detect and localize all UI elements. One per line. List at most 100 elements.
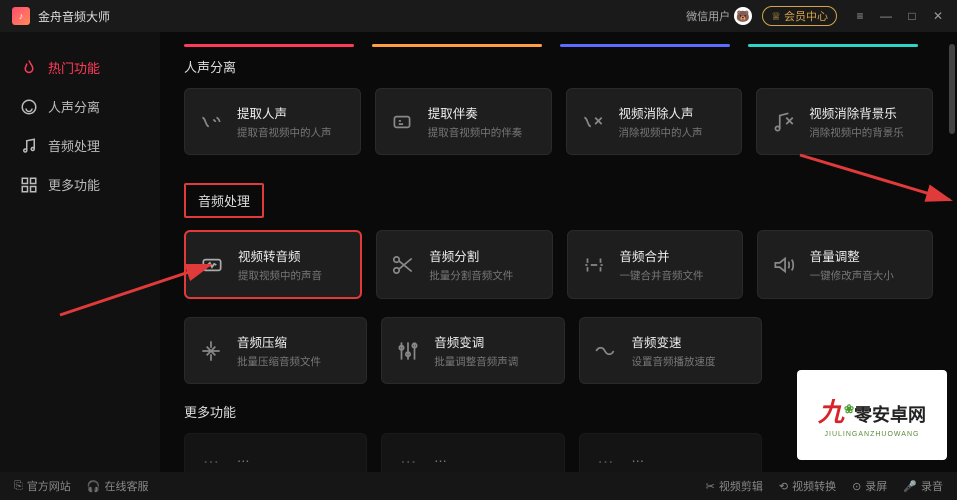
globe-icon: ⎘: [14, 480, 23, 493]
watermark: 九❀零安卓网 JIULINGANZHUOWANG: [797, 370, 947, 460]
user-label: 微信用户: [686, 8, 730, 24]
tune-icon: [394, 337, 422, 365]
card-title: 音频变速: [632, 332, 716, 351]
sidebar: 热门功能 人声分离 音频处理 更多功能: [0, 32, 160, 472]
record-icon: ⊙: [852, 480, 861, 493]
sidebar-item-label: 人声分离: [48, 97, 100, 116]
card-more-stub[interactable]: ⋯⋯: [381, 433, 564, 472]
footer-label: 官方网站: [27, 478, 71, 494]
card-extract-accomp[interactable]: 提取伴奏 提取音视频中的伴奏: [375, 88, 552, 155]
card-desc: 设置音频播放速度: [632, 354, 716, 369]
stub-icon: ⋯: [592, 448, 620, 472]
footer-support[interactable]: 🎧 在线客服: [87, 478, 149, 494]
sidebar-item-more[interactable]: 更多功能: [0, 165, 160, 204]
sidebar-item-audio-proc[interactable]: 音频处理: [0, 126, 160, 165]
close-icon[interactable]: ✕: [931, 9, 945, 23]
minimize-icon[interactable]: —: [879, 9, 893, 23]
card-remove-voice[interactable]: 视频消除人声 消除视频中的人声: [566, 88, 743, 155]
card-title: 音频分割: [429, 246, 513, 265]
section-title-audio-proc: 音频处理: [184, 183, 264, 218]
card-more-stub[interactable]: ⋯⋯: [579, 433, 762, 472]
footer-official-site[interactable]: ⎘ 官方网站: [14, 478, 71, 494]
card-audio-split[interactable]: 音频分割 批量分割音频文件: [376, 230, 552, 299]
titlebar-left: ♪ 金舟音频大师: [12, 7, 110, 25]
crown-icon: ♕: [771, 10, 781, 23]
footer-screen-record[interactable]: ⊙ 录屏: [852, 478, 887, 494]
remove-voice-icon: [579, 108, 607, 136]
card-title: ⋯: [632, 453, 645, 468]
accomp-icon: [388, 108, 416, 136]
titlebar: ♪ 金舟音频大师 微信用户 🐻 ♕ 会员中心 ≡ — □ ✕: [0, 0, 957, 32]
app-title: 金舟音频大师: [38, 8, 110, 25]
titlebar-right: 微信用户 🐻 ♕ 会员中心 ≡ — □ ✕: [686, 6, 945, 26]
card-extract-voice[interactable]: 提取人声 提取音视频中的人声: [184, 88, 361, 155]
tab-stub: [372, 44, 542, 47]
sidebar-item-label: 更多功能: [48, 175, 100, 194]
cut-icon: [389, 251, 417, 279]
scrollbar-thumb[interactable]: [949, 44, 955, 134]
card-desc: 一键合并音频文件: [620, 268, 704, 283]
user-badge[interactable]: 微信用户 🐻: [686, 7, 752, 25]
card-video-to-audio[interactable]: 视频转音频 提取视频中的声音: [184, 230, 362, 299]
vip-center-button[interactable]: ♕ 会员中心: [762, 6, 837, 26]
footer: ⎘ 官方网站 🎧 在线客服 ✂视频剪辑 ⟲视频转换 ⊙ 录屏 🎤录音: [0, 472, 957, 500]
card-desc: 提取音视频中的伴奏: [428, 125, 523, 140]
card-audio-merge[interactable]: 音频合并 一键合并音频文件: [567, 230, 743, 299]
card-title: 音频压缩: [237, 332, 321, 351]
card-audio-pitch[interactable]: 音频变调 批量调整音频声调: [381, 317, 564, 384]
footer-right: ✂视频剪辑 ⟲视频转换 ⊙ 录屏 🎤录音: [706, 478, 943, 494]
footer-video-convert[interactable]: ⟲视频转换: [779, 478, 836, 494]
tab-stub: [560, 44, 730, 47]
card-title: 提取人声: [237, 103, 332, 122]
footer-audio-record[interactable]: 🎤录音: [903, 478, 943, 494]
wave-icon: [198, 251, 226, 279]
card-title: ⋯: [434, 453, 447, 468]
scrollbar[interactable]: [949, 34, 955, 464]
footer-video-edit[interactable]: ✂视频剪辑: [706, 478, 763, 494]
card-desc: 批量压缩音频文件: [237, 354, 321, 369]
card-more-stub[interactable]: ⋯⋯: [184, 433, 367, 472]
card-audio-compress[interactable]: 音频压缩 批量压缩音频文件: [184, 317, 367, 384]
sidebar-item-voice-sep[interactable]: 人声分离: [0, 87, 160, 126]
tab-indicators: [184, 44, 933, 47]
mic-icon: 🎤: [903, 480, 917, 493]
card-title: 视频消除背景乐: [809, 103, 904, 122]
footer-label: 录屏: [865, 478, 887, 494]
card-title: 视频转音频: [238, 246, 322, 265]
card-row-voice-sep: 提取人声 提取音视频中的人声 提取伴奏 提取音视频中的伴奏 视频消除人声 消除视…: [184, 88, 933, 155]
speed-icon: [592, 337, 620, 365]
music-icon: [20, 137, 38, 155]
card-title: 视频消除人声: [619, 103, 703, 122]
menu-icon[interactable]: ≡: [853, 9, 867, 23]
voice-icon: [197, 108, 225, 136]
card-desc: 提取音视频中的人声: [237, 125, 332, 140]
sidebar-item-hot[interactable]: 热门功能: [0, 48, 160, 87]
card-remove-bgm[interactable]: 视频消除背景乐 消除视频中的背景乐: [756, 88, 933, 155]
card-desc: 提取视频中的声音: [238, 268, 322, 283]
card-volume-adjust[interactable]: 音量调整 一键修改声音大小: [757, 230, 933, 299]
card-audio-speed[interactable]: 音频变速 设置音频播放速度: [579, 317, 762, 384]
merge-icon: [580, 251, 608, 279]
card-title: 音量调整: [810, 246, 894, 265]
avatar-icon: 🐻: [734, 7, 752, 25]
card-title: ⋯: [237, 453, 250, 468]
volume-icon: [770, 251, 798, 279]
watermark-sub: JIULINGANZHUOWANG: [825, 431, 920, 438]
headset-icon: [20, 98, 38, 116]
convert-icon: ⟲: [779, 480, 788, 493]
footer-label: 视频剪辑: [719, 478, 763, 494]
grid-icon: [20, 176, 38, 194]
card-title: 音频合并: [620, 246, 704, 265]
flame-icon: [20, 59, 38, 77]
card-desc: 批量分割音频文件: [429, 268, 513, 283]
tab-stub: [184, 44, 354, 47]
compress-icon: [197, 337, 225, 365]
footer-left: ⎘ 官方网站 🎧 在线客服: [14, 478, 149, 494]
tab-stub: [748, 44, 918, 47]
sidebar-item-label: 音频处理: [48, 136, 100, 155]
maximize-icon[interactable]: □: [905, 9, 919, 23]
support-icon: 🎧: [87, 480, 101, 493]
app-logo-icon: ♪: [12, 7, 30, 25]
footer-label: 在线客服: [105, 478, 149, 494]
card-desc: 一键修改声音大小: [810, 268, 894, 283]
